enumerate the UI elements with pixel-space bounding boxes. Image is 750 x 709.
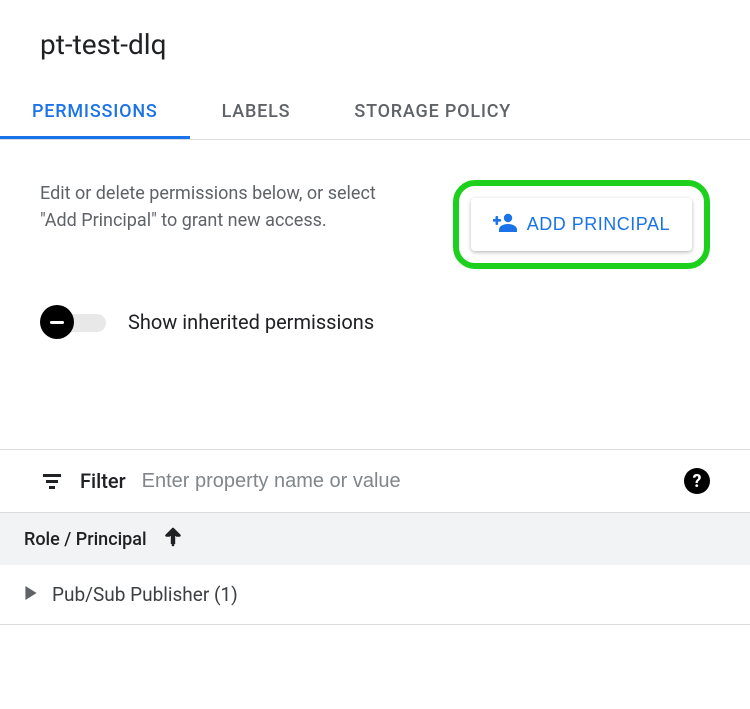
table-header[interactable]: Role / Principal	[0, 512, 750, 565]
column-role-principal: Role / Principal	[24, 529, 147, 550]
add-person-icon	[493, 212, 517, 237]
tab-storage-policy[interactable]: STORAGE POLICY	[322, 85, 543, 139]
filter-input[interactable]	[142, 470, 668, 493]
add-principal-button[interactable]: ADD PRINCIPAL	[471, 198, 692, 251]
help-icon[interactable]: ?	[684, 468, 710, 494]
expand-icon[interactable]	[24, 585, 38, 604]
tab-permissions[interactable]: PERMISSIONS	[0, 85, 190, 139]
tab-bar: PERMISSIONS LABELS STORAGE POLICY	[0, 85, 750, 140]
show-inherited-label: Show inherited permissions	[128, 310, 374, 334]
add-principal-label: ADD PRINCIPAL	[527, 214, 670, 235]
tab-labels[interactable]: LABELS	[190, 85, 323, 139]
table-row[interactable]: Pub/Sub Publisher (1)	[0, 565, 750, 625]
show-inherited-toggle[interactable]	[40, 305, 110, 339]
filter-label: Filter	[80, 469, 126, 493]
add-principal-highlight: ADD PRINCIPAL	[453, 180, 710, 269]
page-header: pt-test-dlq	[0, 0, 750, 85]
sort-ascending-icon[interactable]	[163, 527, 183, 551]
filter-icon	[40, 469, 64, 493]
permissions-description: Edit or delete permissions below, or sel…	[40, 180, 380, 234]
role-name: Pub/Sub Publisher (1)	[52, 583, 238, 606]
minus-icon	[40, 305, 74, 339]
page-title: pt-test-dlq	[40, 28, 710, 61]
filter-section: Filter ? Role / Principal Pub/Sub Publis…	[0, 449, 750, 625]
permissions-panel: Edit or delete permissions below, or sel…	[0, 140, 750, 379]
